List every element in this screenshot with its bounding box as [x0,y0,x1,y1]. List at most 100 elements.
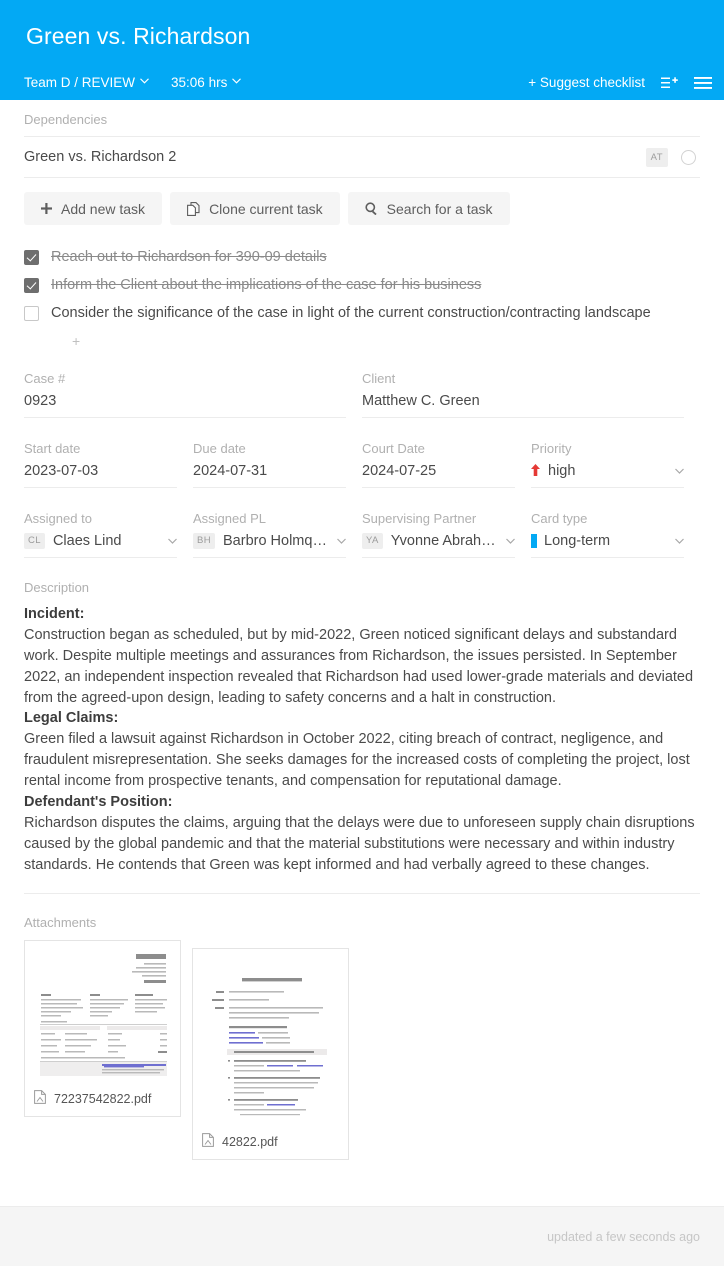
chevron-down-icon [140,76,149,87]
card-type-select[interactable]: Long-term [531,533,684,559]
attachments-label: Attachments [24,915,97,931]
search-for-a-task-button[interactable]: Search for a task [347,192,510,225]
field-row-dates-priority: Start date 2023-07-03 Due date 2024-07-3… [24,441,700,489]
priority-select[interactable]: high [531,463,684,489]
add-new-task-label: Add new task [61,200,146,217]
add-checklist-item-button[interactable]: + [24,333,700,349]
task-actions: Add new task Clone current task Search f… [24,178,700,225]
assigned-to-value: Claes Lind [52,533,122,550]
team-status-label: Team D / REVIEW [24,75,136,90]
chevron-down-icon [500,536,515,547]
chevron-down-icon [232,76,242,87]
field-start-date: Start date 2023-07-03 [24,441,193,489]
time-tracked-label: 35:06 hrs [171,75,228,90]
checklist-section: Reach out to Richardson for 390-09 detai… [24,225,700,349]
field-due-date: Due date 2024-07-31 [193,441,362,489]
page-footer: updated a few seconds ago [0,1206,724,1266]
header-toolbar: Team D / REVIEW 35:06 hrs + Suggest chec… [0,65,724,100]
search-for-a-task-label: Search for a task [386,200,493,217]
suggest-checklist-button[interactable]: + Suggest checklist [528,75,645,90]
avatar: BH [193,533,215,549]
client-label: Client [362,371,396,387]
field-court-date: Court Date 2024-07-25 [362,441,531,489]
attachment-filename: 42822.pdf [222,1134,278,1149]
description-label: Description [24,580,90,596]
team-status-dropdown[interactable]: Team D / REVIEW [24,75,149,90]
chevron-down-icon [669,536,684,547]
attachment-card[interactable]: 72237542822.pdf [24,940,181,1118]
page-title: Green vs. Richardson [26,23,251,49]
description-paragraph: Construction began as scheduled, but by … [24,626,694,706]
assigned-pl-value: Barbro Holmqvist [223,533,331,550]
field-card-type: Card type Long-term [531,511,700,559]
assigned-to-select[interactable]: CL Claes Lind [24,533,177,559]
checkbox-checked-icon[interactable] [24,250,39,265]
time-tracked-dropdown[interactable]: 35:06 hrs [171,75,242,90]
description-body[interactable]: Incident: Construction began as schedule… [24,604,700,875]
menu-hamburger-icon[interactable] [694,76,712,90]
dependency-avatar: AT [645,147,668,167]
supervising-partner-label: Supervising Partner [362,511,477,527]
add-new-task-button[interactable]: Add new task [24,192,163,225]
assigned-pl-select[interactable]: BH Barbro Holmqvist [193,533,346,559]
checklist-item[interactable]: Inform the Client about the implications… [24,275,700,296]
fields-section: Case # 0923 Client Matthew C. Green Star… [24,349,700,559]
description-heading: Legal Claims: [24,708,700,729]
card-type-color-swatch [531,534,537,549]
priority-label: Priority [531,441,572,457]
add-checklist-icon[interactable] [661,76,678,90]
legal-claims-heading: Legal Claims: [24,710,119,727]
dependency-title: Green vs. Richardson 2 [24,149,177,165]
priority-value: high [548,463,576,480]
case-number-value[interactable]: 0923 [24,393,346,419]
dependency-row[interactable]: Green vs. Richardson 2 AT [24,136,700,178]
field-assigned-pl: Assigned PL BH Barbro Holmqvist [193,511,362,559]
dependency-status-circle-icon[interactable] [681,149,696,165]
field-row-case-client: Case # 0923 Client Matthew C. Green [24,371,700,419]
assigned-pl-label: Assigned PL [193,511,266,527]
clone-current-task-button[interactable]: Clone current task [170,192,340,225]
plus-icon [41,203,52,214]
card-type-value: Long-term [544,533,611,550]
attachments-section: Attachments 72237542822.pdf 42822.pdf [24,893,700,1161]
checklist-item[interactable]: Reach out to Richardson for 390-09 detai… [24,247,700,268]
attachment-card[interactable]: 42822.pdf [192,948,349,1161]
description-heading: Defendant's Position: [24,792,700,813]
updated-timestamp: updated a few seconds ago [547,1229,700,1244]
description-section: Description Incident: Construction began… [24,558,700,875]
due-date-value[interactable]: 2024-07-31 [193,463,346,489]
avatar: CL [24,533,45,549]
field-supervising-partner: Supervising Partner YA Yvonne Abraha… [362,511,531,559]
court-date-label: Court Date [362,441,425,457]
due-date-label: Due date [193,441,246,457]
pdf-file-icon [34,1090,47,1107]
client-value[interactable]: Matthew C. Green [362,393,684,419]
clone-icon [187,201,200,216]
field-assigned-to: Assigned to CL Claes Lind [24,511,193,559]
defendant-position-heading: Defendant's Position: [24,793,173,810]
checklist-item-label: Reach out to Richardson for 390-09 detai… [51,249,327,265]
attachment-preview-invoice[interactable] [32,948,173,1082]
page-header: Green vs. Richardson Team D / REVIEW 35:… [0,0,724,100]
chevron-down-icon [669,466,684,477]
start-date-label: Start date [24,441,81,457]
checkbox-unchecked-icon[interactable] [24,306,39,322]
description-paragraph: Green filed a lawsuit against Richardson… [24,731,690,790]
dependencies-label: Dependencies [24,112,108,127]
checkbox-checked-icon[interactable] [24,278,39,294]
description-heading: Incident: [24,604,700,625]
case-number-label: Case # [24,371,66,387]
priority-up-arrow-icon [531,464,540,478]
court-date-value[interactable]: 2024-07-25 [362,463,515,489]
dependencies-section: Dependencies Green vs. Richardson 2 AT [24,100,700,178]
attachment-filename-row: 72237542822.pdf [32,1081,173,1110]
description-paragraph: Richardson disputes the claims, arguing … [24,814,695,873]
avatar: YA [362,533,383,549]
field-client: Client Matthew C. Green [362,371,700,419]
start-date-value[interactable]: 2023-07-03 [24,463,177,489]
search-icon [365,202,378,215]
attachment-filename: 72237542822.pdf [54,1091,152,1106]
supervising-partner-select[interactable]: YA Yvonne Abraha… [362,533,515,559]
attachment-preview-kanban[interactable] [200,956,341,1125]
checklist-item[interactable]: Consider the significance of the case in… [24,303,700,324]
